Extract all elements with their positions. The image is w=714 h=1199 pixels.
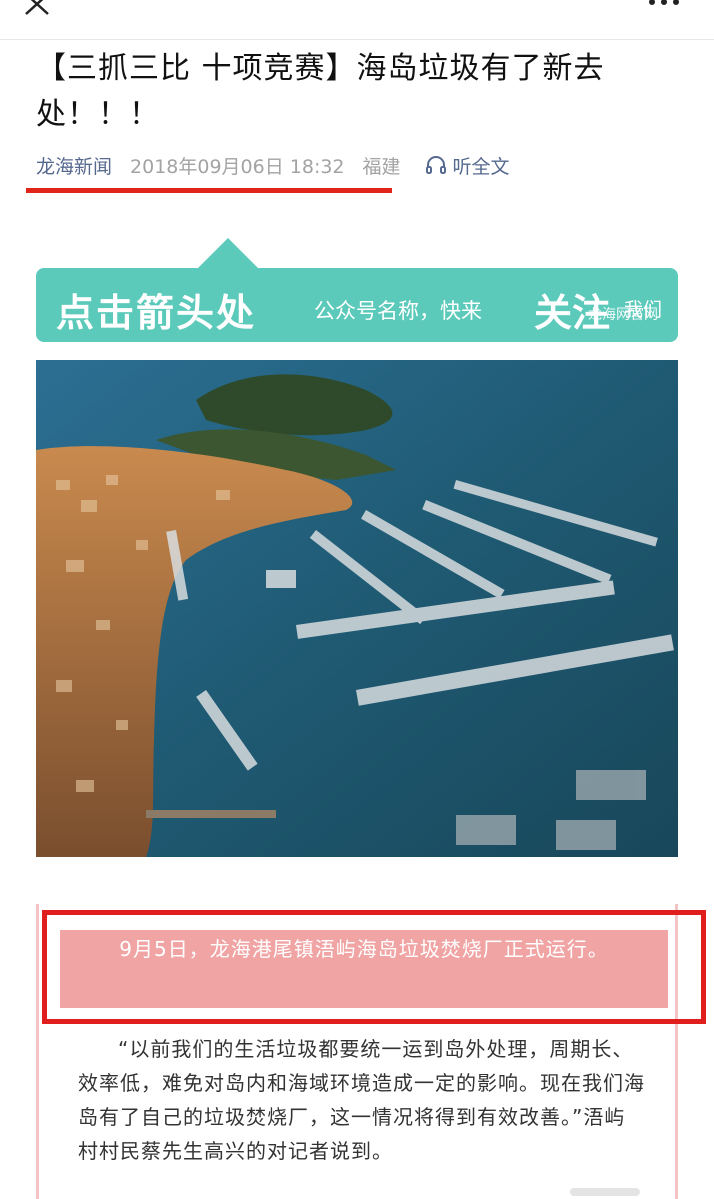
- highlight-underline: [26, 188, 392, 193]
- article-title: 【三抓三比 十项竞赛】海岛垃圾有了新去处！！！: [36, 51, 605, 132]
- watermark: 龙海网官网: [588, 307, 658, 323]
- article-meta: 龙海新闻 2018年09月06日 18:32 福建 听全文: [36, 150, 510, 180]
- close-button[interactable]: [18, 0, 54, 26]
- region-label: 福建: [362, 155, 401, 178]
- more-icon: [649, 0, 679, 5]
- close-icon: [25, 0, 49, 15]
- article-paragraph: “以前我们的生活垃圾都要统一运到岛外处理，周期长、效率低，难免对岛内和海域环境造…: [78, 1037, 645, 1163]
- follow-banner[interactable]: 点击箭头处 公众号名称，快来 关注 我们 龙海网官网: [36, 238, 678, 342]
- banner-text-account: 公众号名称，快来: [314, 299, 482, 323]
- headphones-icon: [425, 156, 446, 174]
- source-link[interactable]: 龙海新闻: [36, 152, 112, 179]
- caption-highlight-box: [42, 910, 706, 1024]
- top-bar: [0, 0, 714, 40]
- bottom-indicator: [570, 1188, 640, 1196]
- harbor-aerial-photo: [36, 360, 678, 857]
- banner-text-click: 点击箭头处: [56, 291, 257, 335]
- listen-button[interactable]: 听全文: [425, 152, 510, 179]
- arrow-pointer-icon: [198, 238, 258, 268]
- listen-label: 听全文: [452, 155, 510, 178]
- publish-date: 2018年09月06日 18:32: [130, 155, 345, 178]
- more-button[interactable]: [644, 0, 684, 16]
